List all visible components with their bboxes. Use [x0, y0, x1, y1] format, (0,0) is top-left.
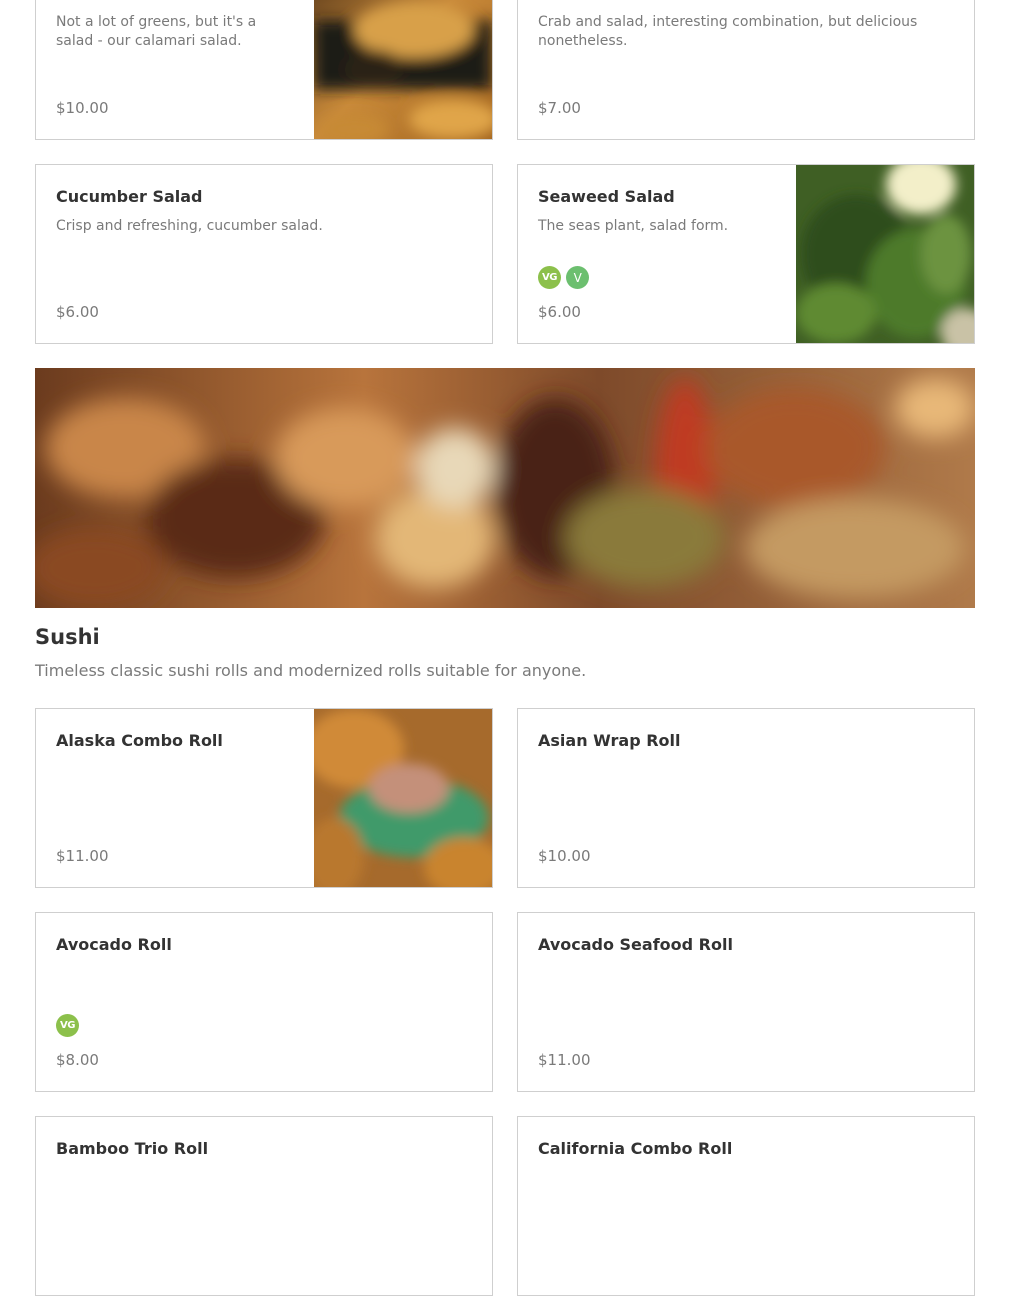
item-description: Not a lot of greens, but it's a salad - …	[56, 14, 257, 49]
section-banner-image	[35, 368, 975, 608]
dietary-badges: VG	[56, 1014, 79, 1037]
item-description: Crisp and refreshing, cucumber salad.	[56, 218, 323, 234]
item-photo[interactable]	[314, 0, 492, 139]
menu-item-card[interactable]: Avocado Roll VG $8.00	[35, 912, 493, 1092]
item-name: Avocado Roll	[56, 935, 172, 954]
menu-item-card[interactable]: Not a lot of greens, but it's a salad - …	[35, 0, 493, 140]
menu-item-card[interactable]: Alaska Combo Roll $11.00	[35, 708, 493, 888]
item-description: Crab and salad, interesting combination,…	[538, 14, 918, 49]
menu-item-card[interactable]: Asian Wrap Roll $10.00	[517, 708, 975, 888]
item-photo[interactable]	[314, 709, 492, 887]
item-price: $7.00	[538, 99, 581, 117]
item-description: The seas plant, salad form.	[538, 218, 729, 234]
section-description: Timeless classic sushi rolls and moderni…	[35, 661, 587, 680]
item-price: $10.00	[56, 99, 109, 117]
item-name: Cucumber Salad	[56, 187, 203, 206]
item-price: $6.00	[538, 303, 581, 321]
menu-item-card[interactable]: California Combo Roll	[517, 1116, 975, 1296]
item-price: $10.00	[538, 847, 591, 865]
menu-item-card[interactable]: Cucumber Salad Crisp and refreshing, cuc…	[35, 164, 493, 344]
item-name: Asian Wrap Roll	[538, 731, 681, 750]
item-price: $8.00	[56, 1051, 99, 1069]
dietary-badges: VG V	[538, 266, 589, 289]
vegetarian-badge-icon: V	[566, 266, 589, 289]
menu-item-card[interactable]: Bamboo Trio Roll	[35, 1116, 493, 1296]
menu-item-card[interactable]: Crab and salad, interesting combination,…	[517, 0, 975, 140]
item-price: $6.00	[56, 303, 99, 321]
item-price: $11.00	[538, 1051, 591, 1069]
menu-item-card[interactable]: Seaweed Salad The seas plant, salad form…	[517, 164, 975, 344]
menu-item-card[interactable]: Avocado Seafood Roll $11.00	[517, 912, 975, 1092]
item-name: California Combo Roll	[538, 1139, 733, 1158]
item-price: $11.00	[56, 847, 109, 865]
item-name: Bamboo Trio Roll	[56, 1139, 209, 1158]
vegan-badge-icon: VG	[538, 266, 561, 289]
vegan-badge-icon: VG	[56, 1014, 79, 1037]
section-title: Sushi	[35, 625, 100, 649]
item-name: Alaska Combo Roll	[56, 731, 223, 750]
item-name: Seaweed Salad	[538, 187, 675, 206]
item-photo[interactable]	[796, 165, 974, 343]
item-name: Avocado Seafood Roll	[538, 935, 733, 954]
